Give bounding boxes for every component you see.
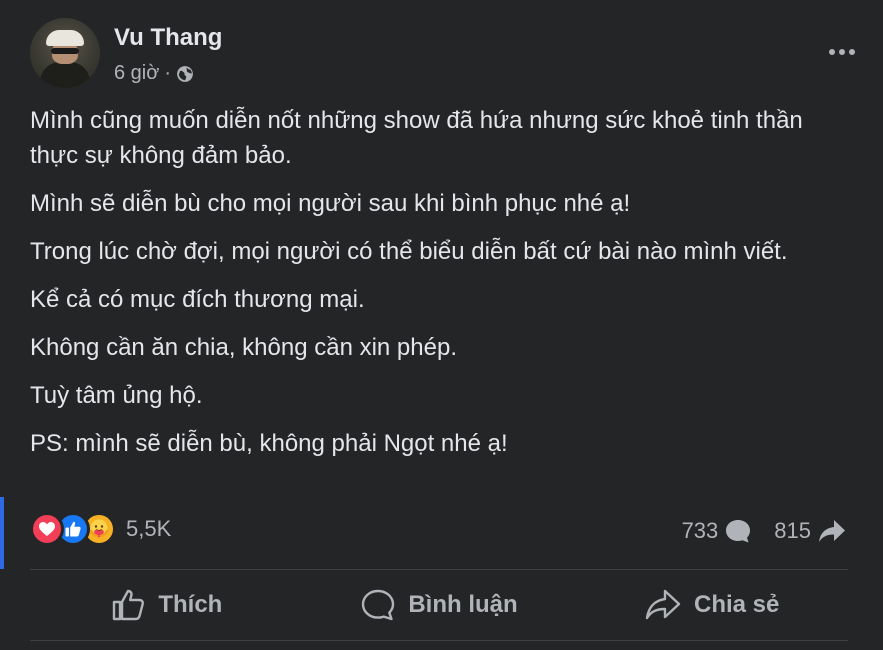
love-icon bbox=[30, 512, 64, 546]
share-icon bbox=[645, 589, 681, 620]
comment-count-link[interactable]: 733 bbox=[682, 518, 753, 544]
comment-bubble-icon bbox=[726, 520, 751, 543]
post-paragraph: Trong lúc chờ đợi, mọi người có thể biểu… bbox=[30, 238, 788, 265]
comment-label: Bình luận bbox=[408, 591, 518, 618]
author-avatar[interactable] bbox=[30, 18, 100, 88]
comment-icon bbox=[362, 589, 395, 621]
post-paragraph: Mình cũng muốn diễn nốt những show đã hứ… bbox=[30, 107, 803, 169]
like-label: Thích bbox=[158, 591, 223, 618]
post-paragraph: Tuỳ tâm ủng hộ. bbox=[30, 382, 203, 409]
share-count: 815 bbox=[774, 518, 811, 543]
comment-count: 733 bbox=[681, 518, 719, 543]
post-meta: 6 giờ · bbox=[114, 62, 194, 85]
post-paragraph: Kể cả có mục đích thương mại. bbox=[30, 286, 365, 313]
like-button[interactable]: Thích bbox=[30, 570, 303, 640]
share-arrow-icon bbox=[819, 520, 845, 542]
reactions-summary[interactable]: 5,5K bbox=[30, 512, 171, 546]
meta-separator: · bbox=[164, 62, 172, 84]
share-button[interactable]: Chia sẻ bbox=[575, 570, 848, 640]
dot-icon bbox=[839, 49, 845, 55]
share-count-link[interactable]: 815 bbox=[774, 518, 847, 544]
dot-icon bbox=[849, 49, 855, 55]
post-paragraph: Không cần ăn chia, không cần xin phép. bbox=[30, 334, 457, 361]
share-label: Chia sẻ bbox=[693, 591, 780, 618]
focus-accent-bar bbox=[0, 497, 4, 569]
post-stats: 733 815 bbox=[682, 518, 847, 544]
post-actions-bar: Thích Bình luận Chia sẻ bbox=[30, 570, 848, 640]
more-options-button[interactable] bbox=[822, 38, 862, 66]
post-card: Vu Thang 6 giờ · Mình cũng muốn diễn nốt… bbox=[0, 0, 883, 650]
post-time[interactable]: 6 giờ bbox=[114, 62, 159, 85]
author-name[interactable]: Vu Thang bbox=[114, 24, 222, 52]
actions-divider-bottom bbox=[30, 640, 848, 641]
post-paragraph: Mình sẽ diễn bù cho mọi người sau khi bì… bbox=[30, 190, 631, 217]
reaction-count: 5,5K bbox=[126, 516, 172, 541]
post-content: Mình cũng muốn diễn nốt những show đã hứ… bbox=[30, 103, 840, 474]
comment-button[interactable]: Bình luận bbox=[303, 570, 576, 640]
post-header: Vu Thang 6 giờ · bbox=[30, 18, 860, 92]
thumbs-up-icon bbox=[113, 589, 145, 621]
post-paragraph: PS: mình sẽ diễn bù, không phải Ngọt nhé… bbox=[30, 430, 508, 457]
dot-icon bbox=[829, 49, 835, 55]
globe-icon[interactable] bbox=[176, 65, 194, 83]
